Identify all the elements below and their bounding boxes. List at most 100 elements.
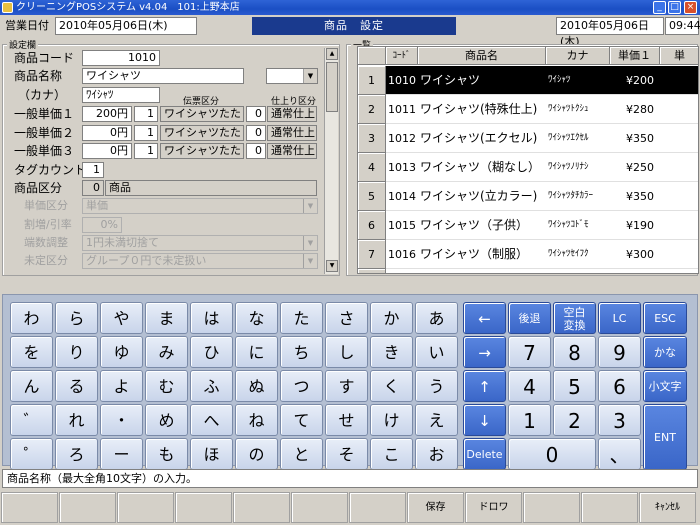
kana-key[interactable]: む [145, 370, 188, 402]
minimize-button[interactable]: _ [653, 1, 666, 14]
kana-key[interactable]: わ [10, 302, 53, 334]
esc-key[interactable]: ESC [643, 302, 687, 334]
product-name-dropdown[interactable]: ▼ [266, 68, 318, 84]
number-key[interactable]: 9 [598, 336, 641, 368]
left-arrow-key[interactable]: ← [463, 302, 506, 334]
kana-key[interactable]: う [415, 370, 458, 402]
price3-field[interactable]: 0円 [82, 143, 132, 159]
table-row[interactable]: 2 1011 ワイシャツ(特殊仕上) ﾜｲｼｬﾂﾄｸｼｭ ¥280 [358, 95, 698, 124]
scroll-thumb[interactable] [326, 62, 338, 112]
number-key[interactable]: 8 [553, 336, 596, 368]
number-key-zero[interactable]: 0 [508, 438, 596, 470]
kana-key[interactable]: つ [280, 370, 323, 402]
product-code-field[interactable]: 1010 [82, 50, 160, 66]
kana-key[interactable]: あ [415, 302, 458, 334]
price3-qty[interactable]: 1 [134, 143, 158, 159]
tag-count-field[interactable]: 1 [82, 162, 104, 178]
kana-key[interactable]: ・ [100, 404, 143, 436]
delete-key[interactable]: Delete [463, 438, 506, 470]
table-row[interactable]: 6 1015 ワイシャツ（子供） ﾜｲｼｬﾂｺﾄﾞﾓ ¥190 [358, 211, 698, 240]
table-row[interactable]: 4 1013 ワイシャツ（糊なし） ﾜｲｼｬﾂﾉﾘﾅｼ ¥250 [358, 153, 698, 182]
kana-key[interactable]: ゜ [10, 438, 53, 470]
function-key-empty[interactable] [117, 492, 174, 523]
kana-toggle-key[interactable]: かな [643, 336, 687, 368]
function-key-empty[interactable] [523, 492, 580, 523]
table-header-code[interactable]: ｺｰﾄﾞ [386, 47, 418, 65]
function-key-empty[interactable] [1, 492, 58, 523]
kana-key[interactable]: よ [100, 370, 143, 402]
table-row[interactable]: 7 1016 ワイシャツ（制服） ﾜｲｼｬﾂｾｲﾌｸ ¥300 [358, 240, 698, 269]
product-list-table[interactable]: ｺｰﾄﾞ 商品名 カナ 単価１ 単 1 1010 ワイシャツ ﾜｲｼｬﾂ ¥200 2 10… [357, 46, 699, 274]
kana-key[interactable]: ゛ [10, 404, 53, 436]
kana-key[interactable]: せ [325, 404, 368, 436]
price3-slip[interactable]: ワイシャツたた [160, 143, 244, 159]
table-header-price1[interactable]: 単価１ [610, 47, 660, 65]
down-arrow-key[interactable]: ↓ [463, 404, 506, 436]
kana-key[interactable]: な [235, 302, 278, 334]
scroll-down-icon[interactable]: ▼ [326, 260, 338, 272]
kana-key[interactable]: ふ [190, 370, 233, 402]
price1-qty[interactable]: 1 [134, 106, 158, 122]
function-key-empty[interactable] [59, 492, 116, 523]
function-key-empty[interactable] [233, 492, 290, 523]
number-key[interactable]: 4 [508, 370, 551, 402]
settings-scrollbar[interactable]: ▲ ▼ [324, 48, 338, 274]
kana-key[interactable]: ち [280, 336, 323, 368]
lc-key[interactable]: LC [598, 302, 641, 334]
price3-finish[interactable]: 通常仕上 [267, 143, 317, 159]
kana-key[interactable]: と [280, 438, 323, 470]
number-key[interactable]: 6 [598, 370, 641, 402]
kana-key[interactable]: ま [145, 302, 188, 334]
kana-key[interactable]: ん [10, 370, 53, 402]
kana-key[interactable]: お [415, 438, 458, 470]
kana-key[interactable]: て [280, 404, 323, 436]
drawer-button[interactable]: ドロワ [465, 492, 522, 523]
kana-key[interactable]: え [415, 404, 458, 436]
kana-key[interactable]: め [145, 404, 188, 436]
number-key[interactable]: 3 [598, 404, 641, 436]
table-header-name[interactable]: 商品名 [418, 47, 546, 65]
kana-key[interactable]: ひ [190, 336, 233, 368]
up-arrow-key[interactable]: ↑ [463, 370, 506, 402]
number-key[interactable]: 5 [553, 370, 596, 402]
kana-key[interactable]: き [370, 336, 413, 368]
kana-key[interactable]: く [370, 370, 413, 402]
kana-key[interactable]: ね [235, 404, 278, 436]
kana-field[interactable]: ﾜｲｼｬﾂ [82, 87, 160, 103]
kana-key[interactable]: ゆ [100, 336, 143, 368]
price2-finish[interactable]: 通常仕上 [267, 125, 317, 141]
kana-key[interactable]: た [280, 302, 323, 334]
product-category-field[interactable]: 商品 [105, 180, 317, 196]
table-header-price2[interactable]: 単 [660, 47, 698, 65]
kana-key[interactable]: る [55, 370, 98, 402]
close-button[interactable]: × [684, 1, 697, 14]
number-key[interactable]: 1 [508, 404, 551, 436]
table-row[interactable]: 3 1012 ワイシャツ(エクセル) ﾜｲｼｬﾂｴｸｾﾙ ¥350 [358, 124, 698, 153]
kana-key[interactable]: こ [370, 438, 413, 470]
kana-key[interactable]: し [325, 336, 368, 368]
kana-key[interactable]: か [370, 302, 413, 334]
kana-key[interactable]: み [145, 336, 188, 368]
backspace-key[interactable]: 後退 [508, 302, 551, 334]
number-key[interactable]: 7 [508, 336, 551, 368]
kana-key[interactable]: そ [325, 438, 368, 470]
kana-key[interactable]: ほ [190, 438, 233, 470]
price2-field[interactable]: 0円 [82, 125, 132, 141]
kana-key[interactable]: け [370, 404, 413, 436]
space-convert-key[interactable]: 空白 変換 [553, 302, 596, 334]
kana-key[interactable]: れ [55, 404, 98, 436]
table-header-kana[interactable]: カナ [546, 47, 610, 65]
price1-flag[interactable]: 0 [246, 106, 266, 122]
table-row[interactable]: 5 1014 ワイシャツ(立カラー) ﾜｲｼｬﾂﾀﾁｶﾗｰ ¥350 [358, 182, 698, 211]
kana-key[interactable]: い [415, 336, 458, 368]
price2-flag[interactable]: 0 [246, 125, 266, 141]
kana-key[interactable]: ー [100, 438, 143, 470]
kana-key[interactable]: ら [55, 302, 98, 334]
cancel-button[interactable]: ｷｬﾝｾﾙ [639, 492, 696, 523]
kana-key[interactable]: や [100, 302, 143, 334]
kana-key[interactable]: は [190, 302, 233, 334]
function-key-empty[interactable] [291, 492, 348, 523]
comma-key[interactable]: 、 [598, 438, 641, 470]
function-key-empty[interactable] [349, 492, 406, 523]
price1-finish[interactable]: 通常仕上 [267, 106, 317, 122]
